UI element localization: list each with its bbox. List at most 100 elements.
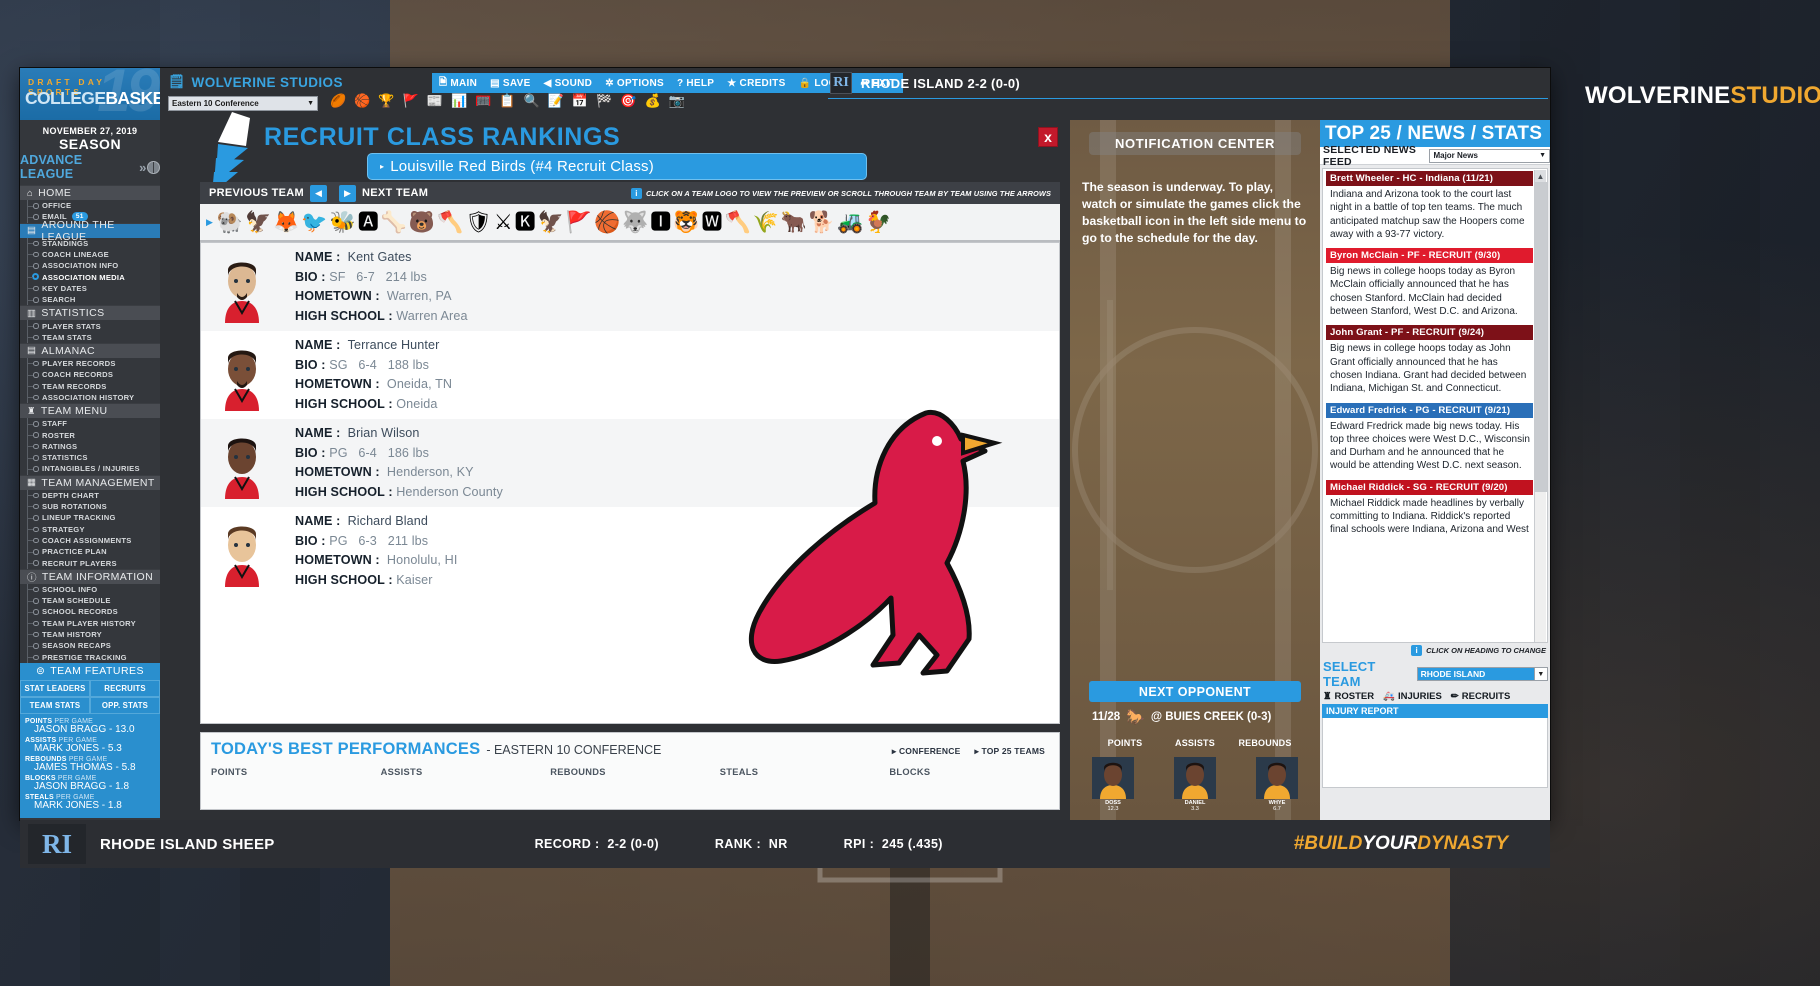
team-logo-letter-a-icon[interactable]: 🅰	[358, 212, 379, 233]
news-feed-select[interactable]: Major News ▼	[1429, 149, 1550, 163]
trophy-icon[interactable]: 🏆	[378, 94, 394, 107]
opponent-player-card[interactable]: DANIEL3.3	[1174, 757, 1216, 812]
menu-item-save[interactable]: ▤SAVE	[490, 78, 530, 89]
menu-item-main[interactable]: 🗎MAIN	[439, 75, 477, 92]
whistle-icon[interactable]: 🏉	[330, 94, 346, 107]
sidebar-item-player-stats[interactable]: PLAYER STATS	[20, 320, 160, 331]
team-logo-bird-icon[interactable]: 🦅	[245, 212, 271, 233]
conference-select[interactable]: Eastern 10 Conference ▼	[168, 96, 318, 111]
news-item[interactable]: Edward Fredrick - PG - RECRUIT (9/21)Edw…	[1326, 403, 1533, 473]
sidebar-item-recruit-players[interactable]: RECRUIT PLAYERS	[20, 557, 160, 568]
scroll-up-icon[interactable]: ▲	[1535, 170, 1546, 182]
chart-icon[interactable]: 📊	[451, 94, 467, 107]
sidebar-group-team-information[interactable]: ⓘTEAM INFORMATION	[20, 569, 160, 584]
news-icon[interactable]: 📰	[427, 94, 443, 107]
sidebar-item-team-records[interactable]: TEAM RECORDS	[20, 381, 160, 392]
menu-item-help[interactable]: ?HELP	[677, 78, 714, 89]
flag-icon[interactable]: 🏁	[596, 94, 612, 107]
team-logo-bones-icon[interactable]: 🦴	[381, 212, 407, 233]
sidebar-item-staff[interactable]: STAFF	[20, 418, 160, 429]
pennant-icon[interactable]: 🚩	[403, 94, 419, 107]
team-logo-basketball2-icon[interactable]: 🏀	[594, 212, 620, 233]
team-logo-tractor-icon[interactable]: 🚜	[837, 212, 863, 233]
sidebar-item-association-history[interactable]: ASSOCIATION HISTORY	[20, 392, 160, 403]
basketball-icon[interactable]	[147, 161, 160, 174]
chevron-down-icon[interactable]: ▼	[1535, 667, 1548, 681]
camera-icon[interactable]: 📷	[669, 94, 685, 107]
team-logo-flag-icon[interactable]: 🚩	[566, 212, 592, 233]
right-tab-injuries[interactable]: 🚑INJURIES	[1383, 691, 1442, 702]
sidebar-group-around-the-league[interactable]: ▤AROUND THE LEAGUE	[20, 223, 160, 238]
next-team-button[interactable]: ▶	[339, 185, 356, 202]
team-logo-rooster-icon[interactable]: 🐓	[865, 212, 891, 233]
news-headline[interactable]: Edward Fredrick - PG - RECRUIT (9/21)	[1326, 403, 1533, 418]
sidebar-item-season-recaps[interactable]: SEASON RECAPS	[20, 640, 160, 651]
news-item[interactable]: John Grant - PF - RECRUIT (9/24)Big news…	[1326, 325, 1533, 395]
right-tab-recruits[interactable]: ✏RECRUITS	[1451, 691, 1511, 702]
sidebar-item-ratings[interactable]: RATINGS	[20, 441, 160, 452]
sidebar-item-sub-rotations[interactable]: SUB ROTATIONS	[20, 501, 160, 512]
team-logo-spartan-icon[interactable]: 🛡	[465, 212, 492, 233]
advance-league-button[interactable]: ADVANCE LEAGUE »	[20, 152, 160, 185]
team-logo-knight-icon[interactable]: ⚔	[494, 212, 513, 233]
sidebar-group-team-management[interactable]: ▦TEAM MANAGEMENT	[20, 475, 160, 490]
calendar2-icon[interactable]: 📅	[572, 94, 588, 107]
select-team-value[interactable]: RHODE ISLAND	[1417, 667, 1535, 681]
sidebar-item-email[interactable]: EMAIL51	[20, 211, 160, 222]
menu-item-sound[interactable]: ◀SOUND	[544, 78, 593, 89]
close-icon[interactable]: x	[1038, 127, 1058, 147]
news-list[interactable]: Brett Wheeler - HC - Indiana (11/21)Indi…	[1322, 168, 1548, 643]
news-headline[interactable]: John Grant - PF - RECRUIT (9/24)	[1326, 325, 1533, 340]
sidebar-group-statistics[interactable]: ▥STATISTICS	[20, 305, 160, 320]
sidebar-item-lineup-tracking[interactable]: LINEUP TRACKING	[20, 512, 160, 523]
team-logo-bee-icon[interactable]: 🐝	[330, 212, 356, 233]
team-logo-tiger-icon[interactable]: 🐯	[673, 212, 699, 233]
sidebar-item-player-records[interactable]: PLAYER RECORDS	[20, 358, 160, 369]
team-logo-fox-icon[interactable]: 🦊	[273, 212, 299, 233]
sidebar-item-depth-chart[interactable]: DEPTH CHART	[20, 490, 160, 501]
team-logo-letter-i-icon[interactable]: 🅸	[650, 212, 671, 233]
performances-link-top-25-teams[interactable]: ▸ TOP 25 TEAMS	[974, 746, 1045, 757]
notes-icon[interactable]: 📝	[548, 94, 564, 107]
team-logo-wheat-icon[interactable]: 🌾	[753, 212, 779, 233]
net-icon[interactable]: 🥅	[475, 94, 491, 107]
feature-tab-stat-leaders[interactable]: STAT LEADERS	[20, 680, 90, 697]
team-logo-hawk-icon[interactable]: 🦅	[538, 212, 564, 233]
team-logo-tomahawk-icon[interactable]: 🪓	[437, 212, 463, 233]
news-headline[interactable]: Brett Wheeler - HC - Indiana (11/21)	[1326, 171, 1533, 186]
target-icon[interactable]: 🎯	[620, 94, 636, 107]
menu-item-credits[interactable]: ★CREDITS	[727, 78, 785, 89]
team-logo-dog-icon[interactable]: 🐕	[809, 212, 835, 233]
feature-tab-recruits[interactable]: RECRUITS	[90, 680, 160, 697]
team-logo-axe-icon[interactable]: 🪓	[724, 212, 750, 233]
team-logo-letter-w-icon[interactable]: 🆆	[701, 212, 722, 233]
sidebar-item-statistics[interactable]: STATISTICS	[20, 452, 160, 463]
news-headline[interactable]: Michael Riddick - SG - RECRUIT (9/20)	[1326, 480, 1533, 495]
sidebar-item-coach-lineage[interactable]: COACH LINEAGE	[20, 249, 160, 260]
sidebar-item-standings[interactable]: STANDINGS	[20, 238, 160, 249]
menu-item-options[interactable]: ✲OPTIONS	[605, 78, 664, 89]
right-tab-roster[interactable]: ♜ROSTER	[1323, 691, 1374, 702]
team-logo-husky-icon[interactable]: 🐺	[622, 212, 648, 233]
sidebar-item-association-info[interactable]: ASSOCIATION INFO	[20, 260, 160, 271]
sidebar-item-intangibles-injuries[interactable]: INTANGIBLES / INJURIES	[20, 463, 160, 474]
previous-team-button[interactable]: ◀	[310, 185, 327, 202]
sidebar-item-roster[interactable]: ROSTER	[20, 429, 160, 440]
sidebar-item-school-info[interactable]: SCHOOL INFO	[20, 584, 160, 595]
sidebar-item-team-stats[interactable]: TEAM STATS	[20, 332, 160, 343]
sidebar-group-team-menu[interactable]: ♜TEAM MENU	[20, 403, 160, 418]
sidebar-item-team-player-history[interactable]: TEAM PLAYER HISTORY	[20, 618, 160, 629]
list-icon[interactable]: 📋	[499, 94, 515, 107]
sidebar-item-association-media[interactable]: ASSOCIATION MEDIA	[20, 271, 160, 282]
opponent-player-card[interactable]: DOSS12.3	[1092, 757, 1134, 812]
news-item[interactable]: Byron McClain - PF - RECRUIT (9/30)Big n…	[1326, 248, 1533, 318]
sidebar-item-team-schedule[interactable]: TEAM SCHEDULE	[20, 595, 160, 606]
feature-tab-team-stats[interactable]: TEAM STATS	[20, 697, 90, 714]
feature-tab-opp-stats[interactable]: OPP. STATS	[90, 697, 160, 714]
sidebar-item-prestige-tracking[interactable]: PRESTIGE TRACKING	[20, 652, 160, 663]
sidebar-group-almanac[interactable]: ▤ALMANAC	[20, 343, 160, 358]
sidebar-item-school-records[interactable]: SCHOOL RECORDS	[20, 606, 160, 617]
team-logo-letter-k-icon[interactable]: 🅺	[515, 212, 536, 233]
sidebar-item-key-dates[interactable]: KEY DATES	[20, 283, 160, 294]
news-headline[interactable]: Byron McClain - PF - RECRUIT (9/30)	[1326, 248, 1533, 263]
